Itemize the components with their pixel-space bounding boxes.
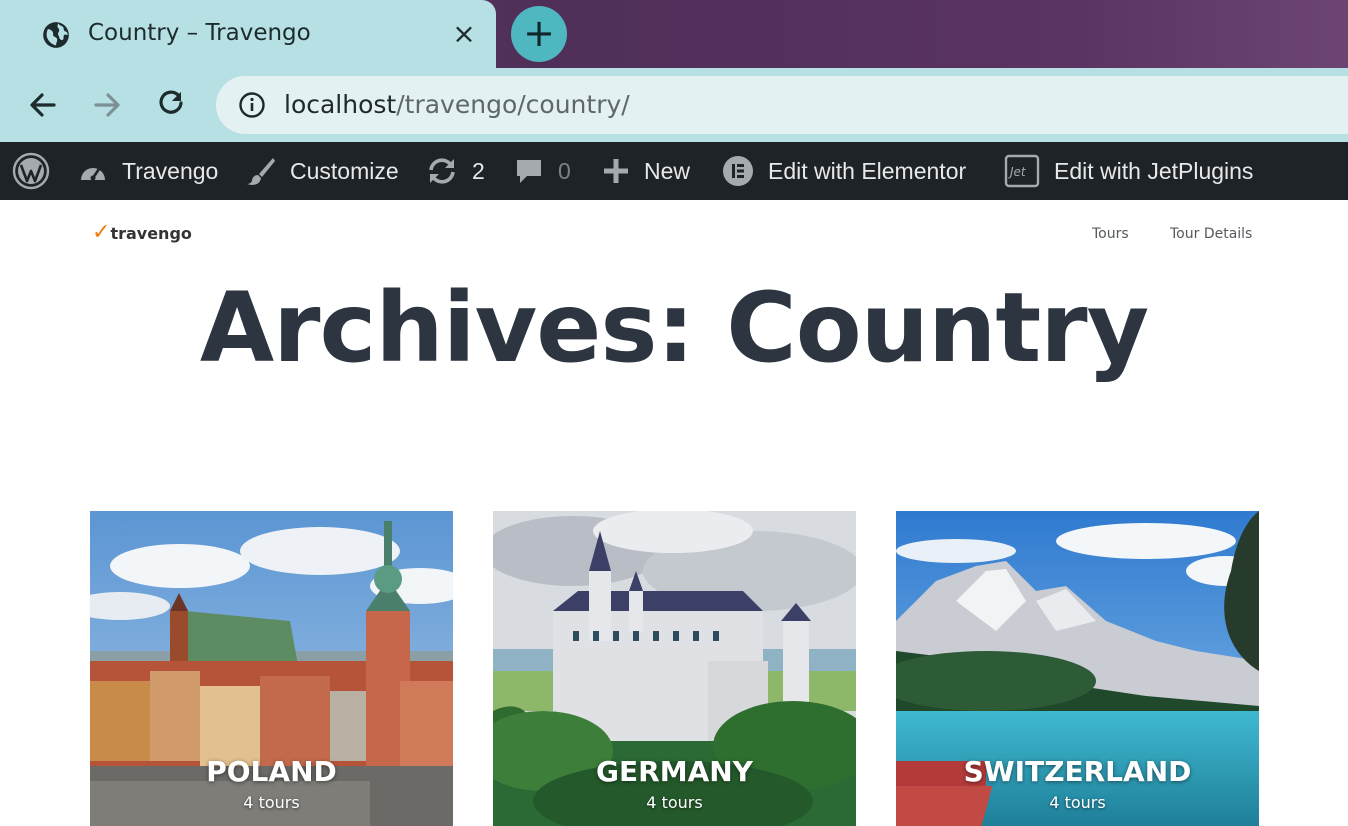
updates-link[interactable]: 2 [426, 142, 485, 200]
wp-logo-menu[interactable] [12, 142, 50, 200]
page-title: Archives: Country [199, 272, 1149, 384]
logo-text: travengo [110, 224, 192, 243]
dashboard-icon [81, 167, 105, 181]
tab-close-button[interactable]: × [450, 17, 478, 51]
country-name: POLAND [206, 755, 337, 788]
site-info-icon[interactable] [238, 91, 266, 119]
nav-link-tours[interactable]: Tours [1092, 226, 1129, 242]
new-tab-button[interactable]: + [511, 6, 567, 62]
customize-label: Customize [290, 157, 399, 184]
site-logo[interactable]: ✓travengo [92, 220, 192, 248]
wp-admin-bar: Travengo Customize 2 0 New Edit with Ele… [0, 142, 1348, 200]
country-name: GERMANY [596, 755, 753, 788]
browser-tab-strip: Country – Travengo × + [0, 0, 1348, 68]
new-content-menu[interactable]: New [602, 142, 690, 200]
tab-title: Country – Travengo [88, 20, 311, 46]
site-name-menu[interactable]: Travengo [78, 142, 218, 200]
jetplugins-icon: Jet [1004, 154, 1040, 188]
reload-icon[interactable] [150, 84, 192, 126]
nav-link-tour-details[interactable]: Tour Details [1170, 226, 1252, 242]
back-arrow-icon[interactable] [22, 84, 64, 126]
url-text: localhost/travengo/country/ [284, 90, 630, 119]
url-host: localhost [284, 90, 397, 119]
browser-tab-active[interactable]: Country – Travengo × [0, 0, 496, 68]
edit-elementor-link[interactable]: Edit with Elementor [722, 142, 966, 200]
customize-link[interactable]: Customize [246, 142, 399, 200]
country-tour-count: 4 tours [243, 793, 300, 812]
elementor-icon [723, 156, 753, 186]
updates-icon [429, 158, 455, 184]
country-card-switzerland[interactable]: SWITZERLAND 4 tours [896, 511, 1259, 826]
svg-text:Jet: Jet [1008, 165, 1027, 179]
site-name-label: Travengo [122, 157, 219, 184]
wordpress-icon [12, 152, 50, 190]
globe-icon [43, 22, 69, 48]
browser-toolbar: localhost/travengo/country/ [0, 68, 1348, 142]
paintbrush-icon [247, 158, 275, 185]
country-name: SWITZERLAND [963, 755, 1192, 788]
logo-check-icon: ✓ [92, 220, 111, 245]
country-card-germany[interactable]: GERMANY 4 tours [493, 511, 856, 826]
country-tour-count: 4 tours [646, 793, 703, 812]
plus-icon [604, 159, 628, 183]
comments-link[interactable]: 0 [514, 142, 571, 200]
updates-count: 2 [472, 157, 485, 184]
edit-elementor-label: Edit with Elementor [768, 157, 967, 184]
comments-count: 0 [558, 157, 571, 184]
country-card-poland[interactable]: POLAND 4 tours [90, 511, 453, 826]
url-path: /travengo/country/ [396, 90, 630, 119]
edit-jetplugins-label: Edit with JetPlugins [1054, 157, 1254, 184]
country-tour-count: 4 tours [1049, 793, 1106, 812]
address-bar[interactable]: localhost/travengo/country/ [216, 76, 1348, 134]
edit-jetplugins-link[interactable]: Jet Edit with JetPlugins [1004, 142, 1253, 200]
forward-arrow-icon[interactable] [86, 84, 128, 126]
new-label: New [644, 157, 691, 184]
comment-icon [517, 160, 541, 183]
